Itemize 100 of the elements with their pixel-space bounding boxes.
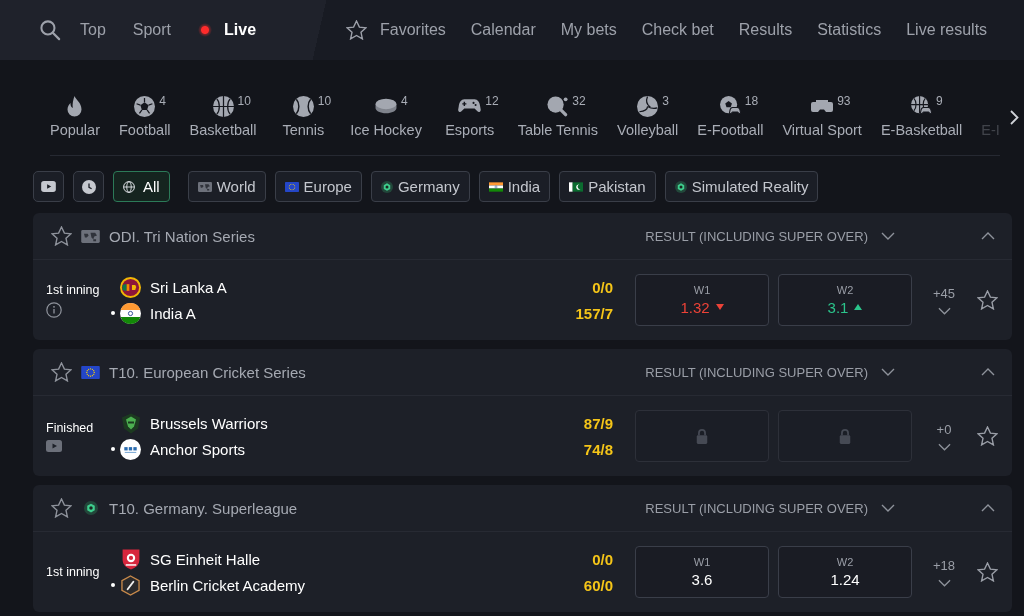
vr-headset-icon [811,100,834,112]
soccer-ball-gamepad-icon [719,96,741,116]
team-logo-icon [120,438,141,460]
sport-tab[interactable]: 4 Ice Hockey [350,95,422,139]
india-flag-icon [488,181,503,192]
pakistan-flag-icon [569,181,584,192]
odds-button[interactable]: W1 3.6 [635,546,769,598]
team-name: India A [150,304,196,322]
filter-chip[interactable]: India [478,171,551,202]
star-icon[interactable] [51,226,72,246]
chevron-up-icon[interactable] [981,232,995,240]
nav-link[interactable]: Live results [906,21,988,39]
star-icon[interactable] [977,426,998,446]
filter-chip[interactable]: Pakistan [559,171,656,202]
chevron-up-icon[interactable] [981,504,995,512]
clock-icon [81,179,96,194]
filter-chip[interactable]: World [187,171,266,202]
more-markets-button[interactable]: +45 [923,285,965,315]
nav-link[interactable]: Check bet [641,21,714,39]
league-title: T10. Germany. Superleague [109,499,298,517]
sport-tab[interactable]: 93 Virtual Sport [782,95,862,139]
shield-logo-icon [121,548,140,570]
hexagon-badge-icon [83,501,98,515]
europe-flag-icon [81,365,100,379]
hexagon-badge-icon [674,180,687,193]
basketball-icon [212,95,234,117]
league-title: T10. European Cricket Series [109,363,306,381]
video-icon[interactable] [46,439,62,452]
sport-tab[interactable]: 18 E-Football [697,95,764,139]
nav-link[interactable]: My bets [560,21,617,39]
team-name: Anchor Sports [150,440,246,458]
match-status: 1st inning [46,282,100,297]
live-dot-icon [198,23,213,37]
filter-chip[interactable]: Simulated Reality [664,171,819,202]
score: 0/0 [592,549,613,570]
star-icon[interactable] [977,562,998,582]
match-status: 1st inning [46,565,100,579]
match-status: Finished [46,420,94,435]
hexagon-badge-icon [380,180,393,193]
nav-link[interactable]: Sport [132,21,172,39]
ping-pong-paddle-icon [547,95,569,117]
sport-tab[interactable]: 10 Tennis [275,95,332,139]
more-markets-button[interactable]: +0 [923,421,965,451]
world-map-flag-icon [197,181,212,192]
star-icon [346,20,367,40]
odds-button[interactable]: W2 3.1 [778,274,912,326]
nav-link[interactable]: Calendar [470,21,536,39]
odds-button[interactable]: W1 1.32 [635,274,769,326]
filter-chip[interactable]: Europe [274,171,362,202]
league-title: ODI. Tri Nation Series [109,227,255,245]
more-markets-button[interactable]: +18 [923,557,965,587]
lock-icon [838,428,852,444]
chevron-down-icon [881,368,895,376]
score: 74/8 [583,439,613,460]
hexagon-logo-icon [121,574,140,596]
flame-icon [67,95,83,117]
trend-down-icon [715,304,724,310]
sport-tab[interactable]: 12 Esports [440,95,499,139]
team-name: Brussels Warriors [150,414,268,432]
star-icon[interactable] [977,290,998,310]
chevron-down-icon [937,442,951,451]
market-dropdown[interactable]: RESULT (INCLUDING SUPER OVER) [645,228,895,244]
chevron-up-icon[interactable] [981,368,995,376]
chevron-down-icon [937,306,951,315]
nav-link[interactable]: Top [80,21,106,39]
score: 87/9 [583,413,613,434]
info-icon[interactable] [46,301,62,318]
nav-link[interactable]: Favorites [346,20,446,40]
lock-icon [695,428,709,444]
sport-tab[interactable]: Popular [50,95,100,139]
chevron-right-icon[interactable] [1010,109,1019,125]
market-dropdown[interactable]: RESULT (INCLUDING SUPER OVER) [645,500,895,516]
nav-link[interactable]: Statistics [817,21,882,39]
filter-chip[interactable]: All [113,171,170,202]
sport-tab[interactable]: 32 Table Tennis [517,95,598,139]
score: 60/0 [583,575,613,596]
chevron-down-icon [881,504,895,512]
team-name: Berlin Cricket Academy [150,576,306,594]
sport-tab[interactable]: 10 Basketball [189,95,257,139]
nav-link[interactable]: Live [198,21,257,39]
sport-tab[interactable]: 9 E-Basketball [880,95,963,139]
star-icon[interactable] [51,362,72,382]
score: 0/0 [592,277,613,298]
video-filter-button[interactable] [33,171,64,202]
odds-button[interactable]: W2 1.24 [778,546,912,598]
market-dropdown[interactable]: RESULT (INCLUDING SUPER OVER) [645,364,895,380]
search-icon[interactable] [40,19,61,41]
star-icon[interactable] [51,498,72,518]
filter-chip[interactable]: Germany [370,171,470,202]
score: 157/7 [575,303,613,324]
sport-tab[interactable]: 3 Volleyball [617,95,679,139]
gamepad-icon [458,99,482,113]
clock-filter-button[interactable] [73,171,104,202]
sport-tab[interactable]: 4 Football [119,95,171,139]
shield-emblem-icon [120,412,141,434]
hockey-puck-icon [375,98,398,114]
india-flag-icon [120,302,141,324]
team-name: Sri Lanka A [150,278,227,296]
chevron-down-icon [881,232,895,240]
nav-link[interactable]: Results [738,21,793,39]
